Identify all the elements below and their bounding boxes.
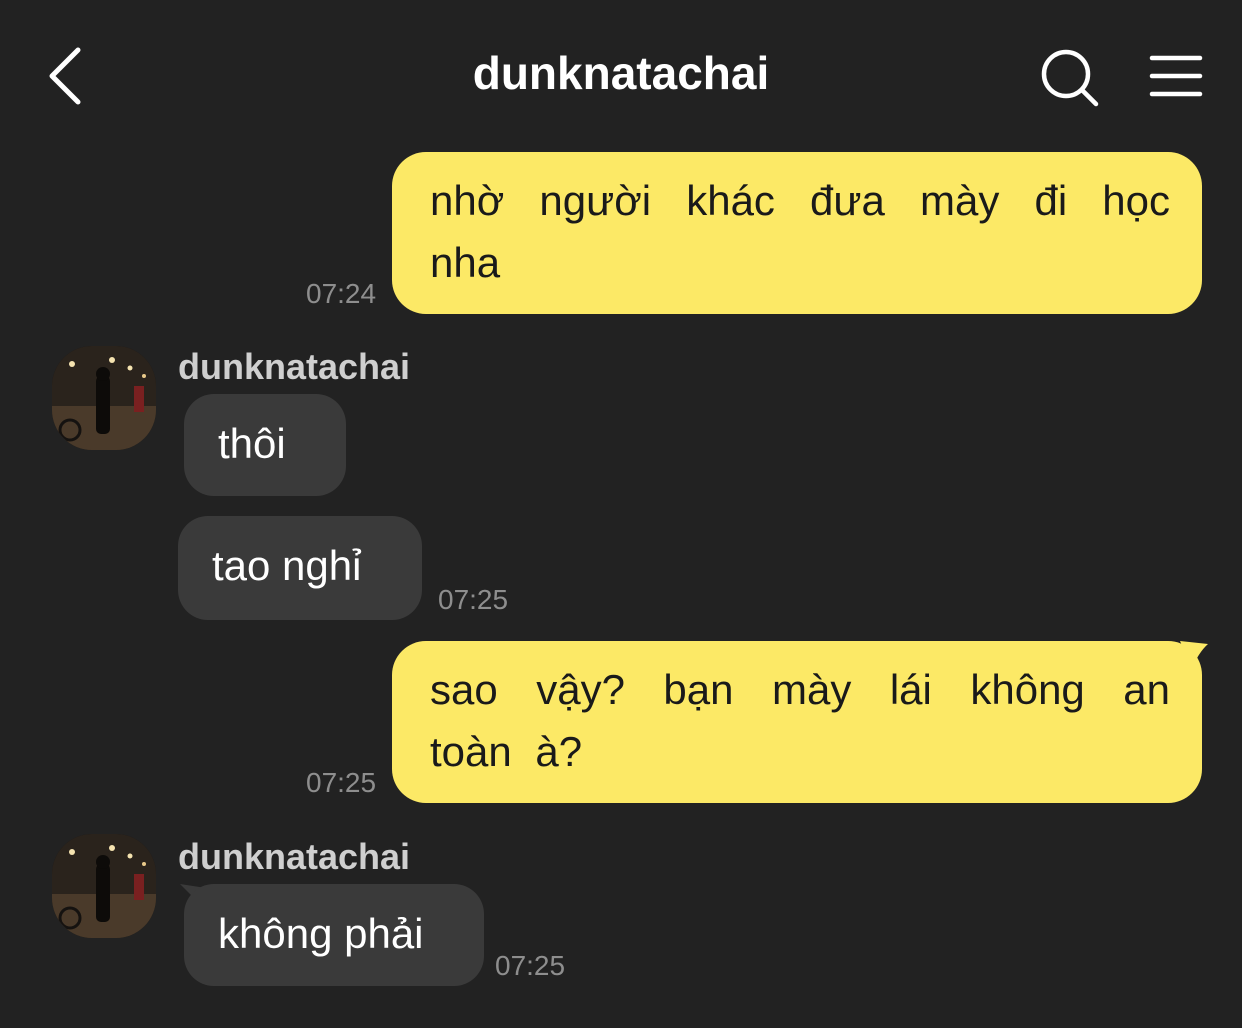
avatar[interactable]: [52, 834, 156, 938]
search-button[interactable]: [1038, 46, 1102, 110]
message-text: sao vậy? bạn mày lái không an toàn à?: [430, 666, 1170, 775]
message-text: nhờ người khác đưa mày đi học nha: [430, 177, 1170, 286]
avatar[interactable]: [52, 346, 156, 450]
incoming-message-bubble[interactable]: tao nghỉ: [178, 516, 422, 620]
avatar-photo-icon: [52, 834, 156, 938]
message-text: tao nghỉ: [212, 542, 362, 589]
search-icon: [1041, 49, 1099, 107]
message-text: thôi: [218, 420, 286, 467]
incoming-message-bubble[interactable]: không phải: [184, 884, 484, 986]
incoming-message-bubble[interactable]: thôi: [184, 394, 346, 496]
message-text: không phải: [218, 910, 424, 957]
bubble-tail: [1180, 641, 1208, 669]
sender-name: dunknatachai: [178, 346, 411, 387]
message-timestamp: 07:24: [306, 278, 377, 309]
message-timestamp: 07:25: [438, 584, 509, 615]
outgoing-message-bubble[interactable]: sao vậy? bạn mày lái không an toàn à?: [392, 641, 1202, 803]
outgoing-message-bubble[interactable]: nhờ người khác đưa mày đi học nha: [392, 152, 1202, 314]
sender-name: dunknatachai: [178, 836, 411, 877]
message-timestamp: 07:25: [495, 950, 566, 981]
message-timestamp: 07:25: [306, 767, 377, 798]
hamburger-menu-icon: [1149, 55, 1203, 97]
menu-button[interactable]: [1148, 50, 1206, 106]
avatar-photo-icon: [52, 346, 156, 450]
chat-header: dunknatachai: [0, 0, 1242, 150]
